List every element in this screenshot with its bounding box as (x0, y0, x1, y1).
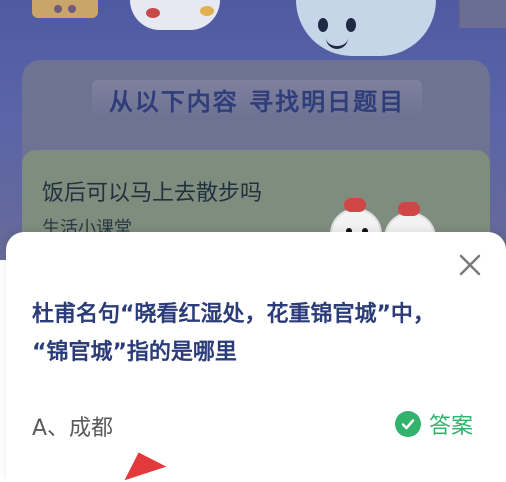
close-button[interactable] (453, 248, 487, 282)
option-a[interactable]: A、成都 (32, 410, 113, 442)
answer-button[interactable]: 答案 (395, 408, 473, 440)
mascot-eye (318, 18, 328, 32)
header-decoration-dot (68, 5, 76, 13)
answer-label: 答案 (429, 414, 474, 439)
close-icon (459, 254, 481, 276)
check-icon (395, 411, 421, 437)
search-banner: 从以下内容 寻找明日题目 (92, 80, 422, 118)
right-side-panel (458, 0, 506, 28)
header-decoration-dot (54, 5, 62, 13)
chicken-comb (398, 202, 420, 216)
chicken-comb (344, 198, 366, 212)
question-text: 杜甫名句“晓看红湿处，花重锦官城”中， “锦官城”指的是哪里 (32, 302, 435, 365)
mascot-eye (346, 18, 356, 32)
header-decoration (32, 0, 98, 18)
egg-yolk-illustration (200, 6, 214, 16)
egg-red-illustration (146, 8, 160, 18)
hint-card-title: 饭后可以马上去散步吗 (42, 181, 263, 206)
